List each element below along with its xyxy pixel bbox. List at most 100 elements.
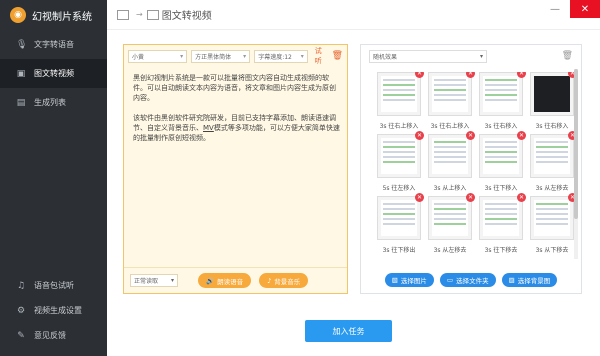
sidebar-bottom: ♫ 语音包试听 ⚙ 视频生成设置 ✎ 意见反馈 (0, 273, 107, 348)
topbar: → 图文转视频 — ✕ (107, 0, 600, 30)
sidebar-item-label: 图文转视频 (34, 69, 74, 78)
image-grid-scrollbar[interactable] (574, 69, 578, 259)
breadcrumb: → 图文转视频 (107, 7, 212, 22)
video-icon: ▣ (16, 68, 26, 79)
image-actions: ▧ 选择图片 ▭ 选择文件夹 ▨ 选择背景图 (361, 267, 581, 293)
speaker-icon: 🔊 (206, 276, 215, 285)
sidebar-item-label: 意见反馈 (34, 331, 66, 340)
remove-icon[interactable]: ✕ (415, 193, 424, 202)
thumb-caption: 3s 往下移入 (484, 185, 518, 192)
effect-select-value: 随机效果 (373, 53, 398, 61)
thumb-caption: 3s 往下移出 (382, 247, 416, 254)
minimize-button[interactable]: — (540, 0, 570, 18)
gear-icon: ⚙ (16, 305, 26, 316)
sidebar-item-label: 生成列表 (34, 98, 66, 107)
remove-icon[interactable]: ✕ (466, 131, 475, 140)
sidebar-item-label: 语音包试听 (34, 281, 74, 290)
image-toolbar: 随机效果 ▾ 🗑 (361, 45, 581, 67)
remove-icon[interactable]: ✕ (466, 72, 475, 78)
thumb-caption: 3s 从上移入 (433, 185, 467, 192)
page-title: 图文转视频 (161, 11, 212, 22)
app-logo-icon: ◉ (10, 7, 26, 23)
font-select-value: 方正黑体简体 (195, 53, 232, 61)
image-icon: ▧ (391, 276, 398, 284)
remove-icon[interactable]: ✕ (415, 72, 424, 78)
image-thumb[interactable]: ✕ (479, 72, 526, 116)
close-button[interactable]: ✕ (570, 0, 600, 18)
image-thumb[interactable]: ✕ (479, 131, 526, 178)
sidebar-item-label: 视频生成设置 (34, 306, 82, 315)
editor-toolbar: 小黄 ▾ 方正黑体简体 ▾ 字幕速度:12 ▾ 试听 🗑 (124, 45, 347, 67)
trash-icon[interactable]: 🗑 (332, 51, 343, 61)
bg-music-label: 背景音乐 (274, 277, 301, 286)
arrow-right-icon: → (136, 10, 143, 19)
thumb-caption: 3s 往右移入 (535, 123, 569, 130)
font-select[interactable]: 方正黑体简体 ▾ (191, 49, 251, 63)
image-thumb[interactable]: ✕ (377, 193, 424, 240)
sidebar-item-voice-preview[interactable]: ♫ 语音包试听 (0, 273, 107, 298)
chevron-down-icon: ▾ (243, 52, 247, 60)
try-listen-link[interactable]: 试听 (315, 46, 328, 66)
thumb-caption: 3s 往下移去 (484, 247, 518, 254)
image-thumb[interactable]: ✕ (428, 72, 475, 116)
editor-footer: 正常读取 ▾ 🔊 朗读语音 ♪ 背景音乐 (124, 267, 347, 293)
sidebar: ◉ 幻视制片系统 🎙 文字转语音 ▣ 图文转视频 ▤ 生成列表 ♫ 语音包试听 … (0, 0, 107, 356)
image-thumb[interactable]: ✕ (377, 72, 424, 116)
music-icon: ♪ (267, 276, 272, 285)
sidebar-item-image-to-video[interactable]: ▣ 图文转视频 (0, 59, 107, 88)
sidebar-item-feedback[interactable]: ✎ 意见反馈 (0, 323, 107, 348)
image-thumb[interactable]: ✕ (377, 131, 424, 178)
image-thumb[interactable]: ✕ (530, 131, 576, 178)
remove-icon[interactable]: ✕ (517, 72, 526, 78)
paragraph: 黑创幻视制片系统是一款可以批量将图文内容自动生成视频的软件。可以自动朗读文本内容… (133, 74, 336, 102)
select-background-button[interactable]: ▨ 选择背景图 (501, 273, 558, 287)
image-grid: ✕ ✕ ✕ ✕ 3s 往右上移入 3s 往右上移入 3s 往右移入 3s 往右移… (371, 72, 576, 262)
select-background-label: 选择背景图 (517, 277, 551, 285)
image-thumb[interactable]: ✕ (530, 193, 576, 240)
image-thumb[interactable]: ✕ (428, 131, 475, 178)
read-voice-label: 朗读语音 (217, 277, 244, 286)
thumb-caption: 3s 从左移去 (535, 185, 569, 192)
remove-icon[interactable]: ✕ (517, 193, 526, 202)
select-folder-button[interactable]: ▭ 选择文件夹 (439, 273, 496, 287)
folder-icon: ▭ (446, 276, 454, 284)
image-thumb[interactable]: ✕ (428, 193, 475, 240)
effect-select[interactable]: 随机效果 ▾ (369, 49, 487, 63)
image-panel: 随机效果 ▾ 🗑 ✕ ✕ ✕ ✕ 3s 往右上移入 3s 往右上移入 3s 往右… (360, 44, 582, 294)
speed-select-value: 字幕速度:12 (258, 53, 292, 61)
thumb-caption: 5s 往左移入 (382, 185, 416, 192)
list-icon: ▤ (16, 97, 26, 108)
sidebar-item-tts[interactable]: 🎙 文字转语音 (0, 30, 107, 59)
paragraph: 该软件由黑创软件研究院研发，目前已支持字幕添加、朗读语速调节、自定义背景音乐、M… (133, 113, 341, 143)
remove-icon[interactable]: ✕ (466, 193, 475, 202)
remove-icon[interactable]: ✕ (517, 131, 526, 140)
image-thumb[interactable]: ✕ (530, 72, 576, 116)
chevron-down-icon: ▾ (479, 52, 483, 60)
read-mode-value: 正常读取 (134, 278, 159, 285)
thumb-caption: 3s 往右上移入 (430, 123, 470, 130)
scrollbar-thumb[interactable] (574, 69, 578, 219)
size-select[interactable]: 小黄 ▾ (128, 49, 188, 63)
thumb-caption: 3s 从下移去 (535, 247, 569, 254)
video-icon (146, 9, 159, 20)
select-folder-label: 选择文件夹 (456, 277, 489, 285)
sidebar-item-settings[interactable]: ⚙ 视频生成设置 (0, 298, 107, 323)
select-image-label: 选择图片 (400, 277, 427, 285)
image-thumb[interactable]: ✕ (479, 193, 526, 240)
thumb-caption: 3s 往右上移入 (379, 123, 419, 130)
sidebar-item-list[interactable]: ▤ 生成列表 (0, 88, 107, 117)
trash-icon[interactable]: 🗑 (562, 51, 573, 61)
bg-music-button[interactable]: ♪ 背景音乐 (259, 273, 309, 288)
app-brand: ◉ 幻视制片系统 (0, 0, 107, 30)
remove-icon[interactable]: ✕ (415, 131, 424, 140)
text-editor-panel: 小黄 ▾ 方正黑体简体 ▾ 字幕速度:12 ▾ 试听 🗑 黑创幻视制片系统是一款… (123, 44, 348, 294)
feedback-icon: ✎ (17, 330, 25, 341)
read-voice-button[interactable]: 🔊 朗读语音 (198, 273, 252, 288)
read-mode-select[interactable]: 正常读取 ▾ (130, 274, 178, 287)
speed-select[interactable]: 字幕速度:12 ▾ (254, 49, 308, 63)
text-content-area[interactable]: 黑创幻视制片系统是一款可以批量将图文内容自动生成视频的软件。可以自动朗读文本内容… (130, 71, 344, 249)
image-icon (117, 9, 129, 20)
window-controls: — ✕ (540, 0, 600, 18)
add-task-button[interactable]: 加入任务 (305, 320, 392, 342)
select-image-button[interactable]: ▧ 选择图片 (384, 273, 434, 287)
